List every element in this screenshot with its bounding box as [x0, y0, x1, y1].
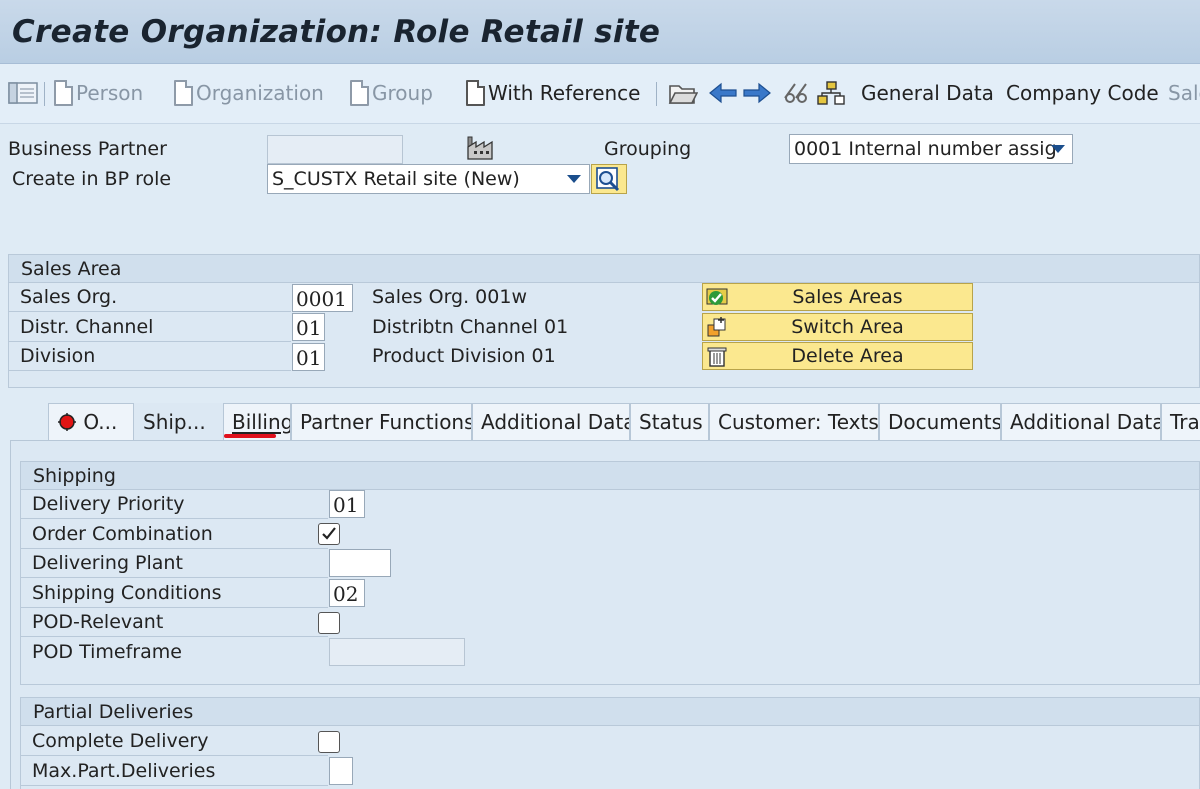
- toolbar-separator: [44, 82, 45, 106]
- application-toolbar: Person Organization Group With Reference…: [0, 64, 1200, 124]
- shipping-conditions-label: Shipping Conditions: [20, 579, 328, 608]
- general-data-button[interactable]: General Data: [861, 78, 994, 108]
- magnifier-icon: [596, 167, 620, 192]
- shipping-title: Shipping: [21, 462, 1199, 490]
- group-button[interactable]: Group: [350, 78, 433, 108]
- distr-channel-label: Distr. Channel: [8, 313, 291, 342]
- pod-timeframe-label: POD Timeframe: [32, 641, 182, 663]
- document-icon: [174, 80, 193, 106]
- with-reference-button[interactable]: With Reference: [466, 78, 640, 108]
- tab-additional-data[interactable]: Additional Data: [472, 403, 630, 440]
- bp-role-dropdown[interactable]: S_CUSTX Retail site (New): [267, 164, 590, 194]
- order-combination-label: Order Combination: [20, 520, 328, 549]
- division-label: Division: [8, 342, 291, 371]
- business-partner-field[interactable]: [267, 135, 403, 164]
- distr-channel-field[interactable]: 01: [292, 313, 325, 341]
- max-part-deliveries-label: Max.Part.Deliveries: [20, 757, 328, 786]
- open-folder-icon[interactable]: [668, 78, 698, 108]
- tab-strip: O... Ship... Billing Partner Functions A…: [10, 403, 1200, 440]
- division-desc: Product Division 01: [372, 345, 556, 367]
- division-field[interactable]: 01: [292, 343, 325, 371]
- hierarchy-icon[interactable]: [816, 78, 846, 108]
- grouping-label: Grouping: [604, 138, 692, 160]
- tab-partner-functions[interactable]: Partner Functions: [291, 403, 472, 440]
- sales-button[interactable]: Sale: [1168, 78, 1200, 108]
- error-status-icon: [57, 407, 77, 431]
- tab-tra[interactable]: Tra: [1161, 403, 1200, 440]
- person-button[interactable]: Person: [54, 78, 143, 108]
- grouping-value: 0001 Internal number assig: [794, 138, 1057, 160]
- sales-org-label: Sales Org.: [8, 283, 291, 312]
- sales-area-title: Sales Area: [9, 255, 1199, 283]
- bp-role-label: Create in BP role: [12, 168, 172, 190]
- delivering-plant-field[interactable]: [329, 549, 391, 577]
- document-icon: [54, 80, 73, 106]
- delivery-priority-label: Delivery Priority: [20, 490, 328, 519]
- delete-area-button[interactable]: Delete Area: [702, 342, 973, 370]
- document-icon: [466, 80, 485, 106]
- document-icon: [350, 80, 369, 106]
- bp-role-value: S_CUSTX Retail site (New): [272, 168, 520, 190]
- role-details-button[interactable]: [591, 164, 627, 194]
- list-view-icon[interactable]: [8, 78, 38, 108]
- complete-delivery-label: Complete Delivery: [20, 727, 328, 756]
- shipping-conditions-field[interactable]: 02: [329, 579, 365, 607]
- pod-relevant-checkbox[interactable]: [318, 612, 340, 634]
- pod-timeframe-field[interactable]: [329, 638, 465, 666]
- tab-status[interactable]: Status: [630, 403, 709, 440]
- arrow-right-icon[interactable]: [742, 78, 772, 108]
- delivering-plant-label: Delivering Plant: [20, 549, 328, 578]
- partial-deliveries-title: Partial Deliveries: [21, 698, 1199, 726]
- chevron-down-icon[interactable]: [1051, 145, 1065, 153]
- chevron-down-icon[interactable]: [567, 175, 581, 183]
- distr-channel-desc: Distribtn Channel 01: [372, 316, 569, 338]
- tab-customer-texts[interactable]: Customer: Texts: [709, 403, 879, 440]
- highlight-underline: [224, 434, 276, 438]
- max-part-deliveries-field[interactable]: [329, 757, 353, 785]
- company-code-button[interactable]: Company Code: [1006, 78, 1159, 108]
- sales-org-field[interactable]: 0001: [292, 284, 353, 312]
- toolbar-separator: [656, 82, 657, 106]
- page-title: Create Organization: Role Retail site: [12, 14, 661, 50]
- grouping-dropdown[interactable]: 0001 Internal number assig: [789, 134, 1073, 164]
- complete-delivery-checkbox[interactable]: [318, 731, 340, 753]
- delivery-priority-field[interactable]: 01: [329, 490, 365, 518]
- tab-shipping[interactable]: Ship...: [134, 403, 223, 440]
- tab-documents[interactable]: Documents: [879, 403, 1001, 440]
- tab-additional-data-2[interactable]: Additional Data: [1001, 403, 1161, 440]
- sales-areas-button[interactable]: Sales Areas: [702, 283, 973, 311]
- switch-area-button[interactable]: Switch Area: [702, 313, 973, 341]
- organization-button[interactable]: Organization: [174, 78, 324, 108]
- sales-org-desc: Sales Org. 001w: [372, 286, 527, 308]
- glasses-icon[interactable]: [782, 78, 814, 108]
- arrow-left-icon[interactable]: [708, 78, 738, 108]
- title-bar: Create Organization: Role Retail site: [0, 0, 1200, 64]
- checkmark-icon: [322, 527, 336, 540]
- order-combination-checkbox[interactable]: [318, 523, 340, 545]
- business-partner-label: Business Partner: [8, 138, 167, 160]
- tab-orders[interactable]: O...: [48, 403, 134, 440]
- pod-relevant-label: POD-Relevant: [20, 608, 328, 637]
